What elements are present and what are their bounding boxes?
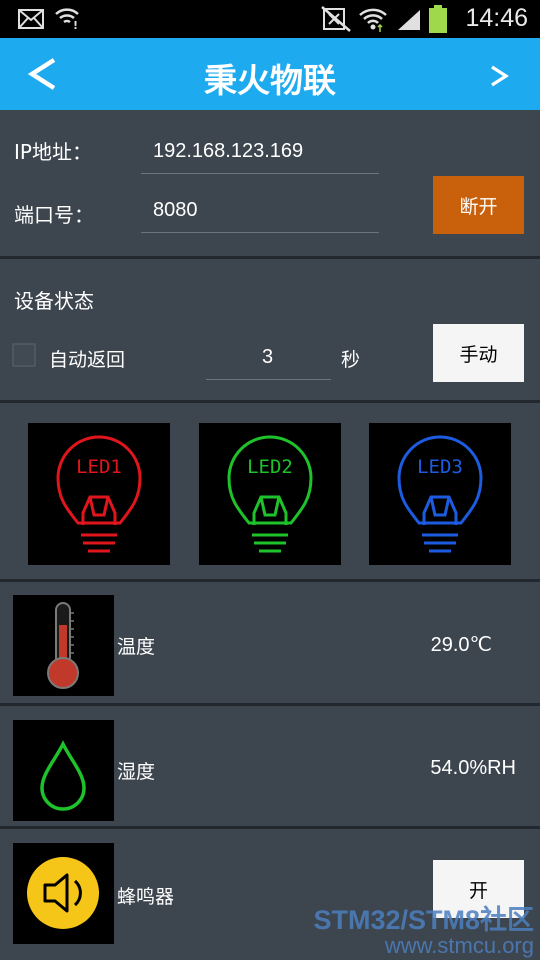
auto-return-checkbox[interactable] bbox=[12, 343, 36, 367]
ip-field[interactable]: 192.168.123.169 bbox=[141, 134, 379, 174]
auto-return-label[interactable]: 自动返回 bbox=[49, 345, 125, 372]
seconds-value: 3 bbox=[262, 346, 274, 368]
watermark-line1: STM32/STM8社区 bbox=[313, 905, 534, 935]
led2-bulb-icon: LED2 bbox=[227, 435, 313, 553]
divider bbox=[0, 579, 540, 582]
led1-label: LED1 bbox=[76, 456, 122, 478]
divider bbox=[0, 703, 540, 706]
led1-bulb-icon: LED1 bbox=[56, 435, 142, 553]
ip-value: 192.168.123.169 bbox=[153, 140, 304, 162]
page-title: 秉火物联 bbox=[204, 61, 336, 100]
seconds-unit: 秒 bbox=[341, 349, 361, 371]
watermark: STM32/STM8社区 www.stmcu.org bbox=[313, 898, 534, 959]
led3-label: LED3 bbox=[417, 456, 463, 478]
thermometer-icon bbox=[47, 602, 79, 689]
led1-tile[interactable]: LED1 bbox=[28, 423, 170, 565]
buzzer-tile bbox=[13, 843, 114, 944]
divider bbox=[0, 826, 540, 829]
battery-icon bbox=[429, 5, 447, 33]
wifi-alert-icon: ! bbox=[55, 8, 79, 30]
device-status-heading: 设备状态 bbox=[14, 289, 94, 313]
led3-tile[interactable]: LED3 bbox=[369, 423, 511, 565]
led2-tile[interactable]: LED2 bbox=[199, 423, 341, 565]
humidity-label: 湿度 bbox=[117, 761, 156, 783]
disconnect-button[interactable]: 断开 bbox=[433, 176, 524, 234]
port-value: 8080 bbox=[153, 199, 198, 221]
seconds-field[interactable]: 3 bbox=[206, 340, 331, 380]
mute-icon bbox=[321, 6, 351, 32]
chevron-right-icon[interactable] bbox=[488, 64, 510, 88]
divider bbox=[0, 256, 540, 259]
humidity-value: 54.0%RH bbox=[430, 757, 516, 779]
temperature-value: 29.0℃ bbox=[430, 634, 492, 656]
ip-label: IP地址： bbox=[14, 140, 92, 164]
mail-icon bbox=[18, 9, 44, 29]
svg-text:!: ! bbox=[73, 19, 78, 30]
water-drop-icon bbox=[40, 740, 86, 811]
buzzer-label: 蜂鸣器 bbox=[117, 886, 175, 908]
thermometer-tile bbox=[13, 595, 114, 696]
divider bbox=[0, 400, 540, 403]
status-bar: ! 14:46 bbox=[0, 0, 540, 38]
signal-icon bbox=[398, 10, 420, 30]
led3-bulb-icon: LED3 bbox=[397, 435, 483, 553]
manual-button[interactable]: 手动 bbox=[433, 324, 524, 382]
humidity-tile bbox=[13, 720, 114, 821]
led2-label: LED2 bbox=[247, 456, 293, 478]
speaker-icon bbox=[27, 857, 99, 929]
temperature-label: 温度 bbox=[117, 636, 156, 658]
watermark-line2: www.stmcu.org bbox=[384, 933, 534, 958]
port-field[interactable]: 8080 bbox=[141, 193, 379, 233]
title-bar: 秉火物联 bbox=[0, 38, 540, 110]
wifi-icon bbox=[359, 8, 387, 32]
clock-time: 14:46 bbox=[465, 4, 528, 32]
port-label: 端口号： bbox=[14, 203, 94, 227]
